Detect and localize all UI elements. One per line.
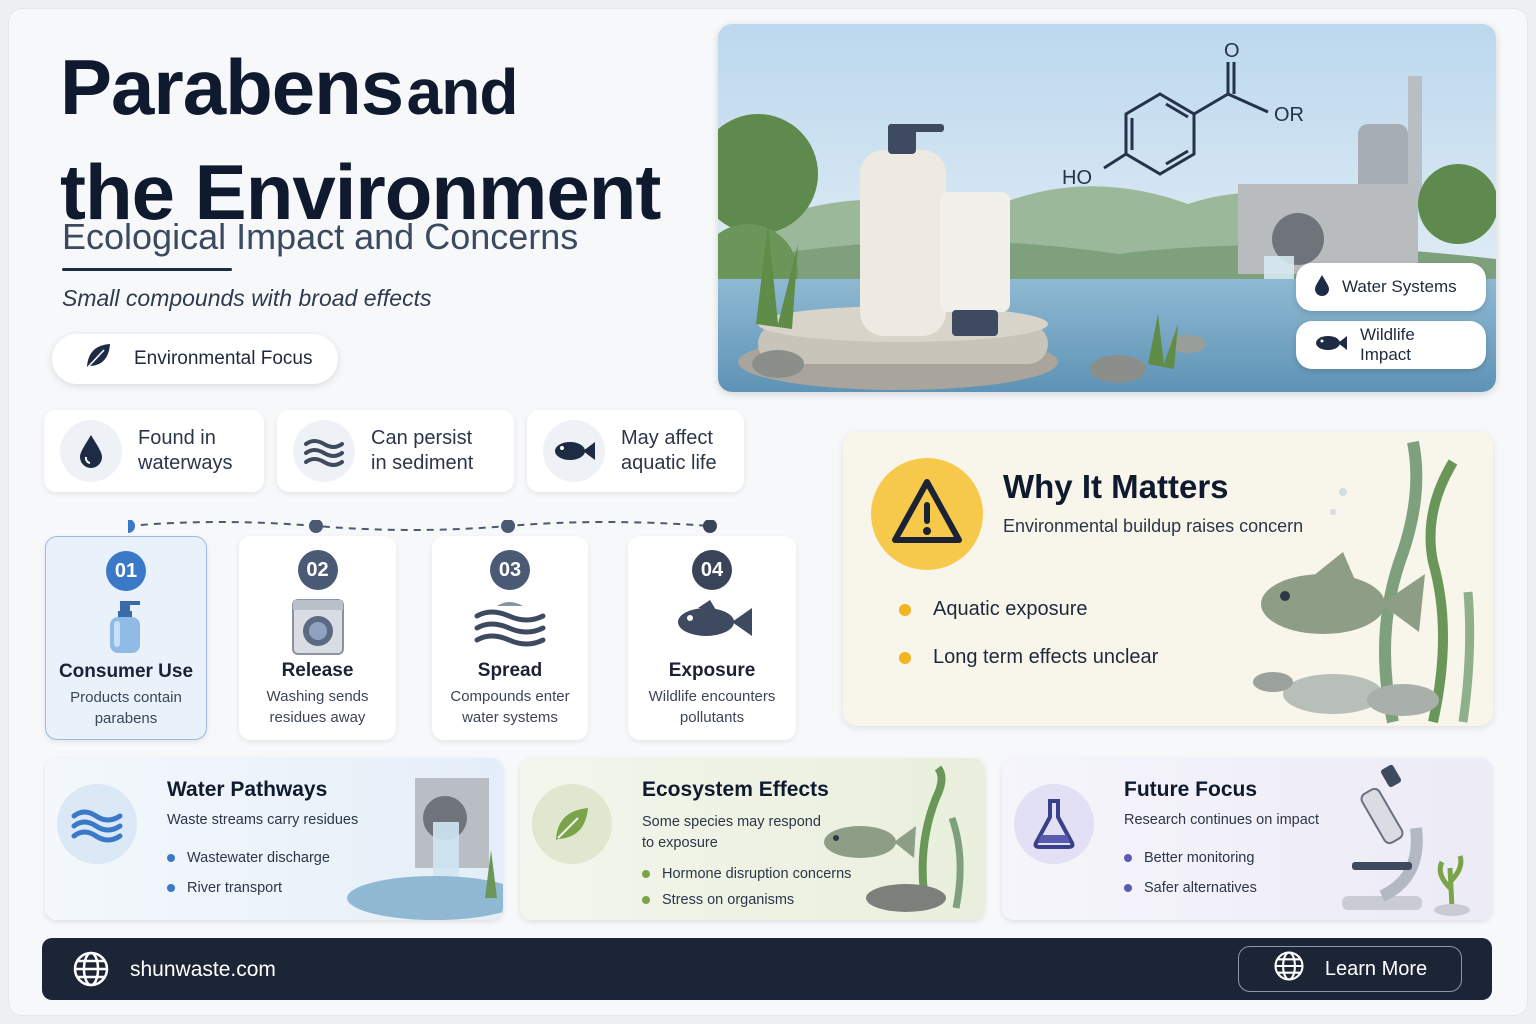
focus-pill-label: Environmental Focus — [134, 348, 313, 369]
learn-more-button[interactable]: Learn More — [1238, 946, 1462, 992]
card-list-item: Stress on organisms — [642, 892, 794, 908]
item-text: Better monitoring — [1144, 850, 1255, 866]
molecule-or-label: OR — [1274, 104, 1304, 126]
bullet-dot — [1124, 854, 1132, 862]
water-drop-icon — [60, 420, 122, 482]
pump-bottle-icon — [106, 599, 146, 660]
bullet-dot — [642, 896, 650, 904]
page-subtitle: Ecological Impact and Concerns — [62, 216, 579, 257]
item-text: River transport — [187, 880, 283, 896]
card-list-item: Safer alternatives — [1124, 880, 1257, 896]
card-description: Waste streams carry residues — [167, 812, 359, 828]
step-description: Compounds enter water systems — [450, 688, 570, 726]
bullet-dot — [167, 884, 175, 892]
website-link[interactable]: shunwaste.com — [130, 958, 276, 982]
pipe-outflow-illustration — [347, 778, 503, 920]
step-description: Wildlife encounters pollutants — [648, 688, 776, 726]
microscope-illustration — [1342, 764, 1470, 916]
step-number: 02 — [297, 550, 338, 590]
step-name: Spread — [477, 660, 543, 681]
fish-seaweed-illustration — [1253, 440, 1475, 724]
learn-more-label: Learn More — [1324, 957, 1428, 980]
fish-plant-illustration — [824, 765, 964, 912]
card-list-item: Wastewater discharge — [167, 850, 330, 866]
step-card-consumer-use: 01 Consumer Use Products contain paraben… — [45, 536, 207, 740]
card-description: Research continues on impact — [1124, 812, 1320, 828]
fish-icon — [670, 598, 754, 647]
stat-text: Found in waterways — [138, 427, 233, 474]
step-number: 04 — [692, 550, 732, 590]
water-drop-icon — [1314, 274, 1330, 301]
warning-icon — [871, 458, 983, 570]
why-bullet: Aquatic exposure — [899, 598, 1088, 621]
leaf-icon — [532, 784, 612, 864]
step-card-release: 02 Release Washing sends residues away — [239, 536, 396, 740]
water-waves-icon — [57, 784, 137, 864]
leaf-icon — [78, 336, 118, 382]
bullet-dot — [167, 854, 175, 862]
stat-card-aquatic: May affect aquatic life — [527, 410, 744, 492]
fish-icon — [543, 420, 605, 482]
environmental-focus-pill: Environmental Focus — [52, 334, 338, 384]
step-description: Products contain parabens — [70, 689, 182, 727]
fish-icon — [1314, 333, 1348, 358]
step-card-exposure: 04 Exposure Wildlife encounters pollutan… — [628, 536, 796, 740]
water-pathways-card: Water Pathways Waste streams carry resid… — [45, 758, 503, 920]
bullet-text: Long term effects unclear — [933, 646, 1159, 668]
card-title: Ecosystem Effects — [642, 778, 829, 801]
step-name: Exposure — [668, 660, 756, 681]
bullet-dot — [899, 651, 911, 664]
card-description: Some species may respond to exposure — [642, 814, 821, 851]
future-focus-card: Future Focus Research continues on impac… — [1002, 758, 1492, 920]
why-title: Why It Matters — [1003, 468, 1229, 505]
molecule-o-label: O — [1224, 40, 1240, 62]
washing-machine-icon — [291, 598, 345, 661]
tagline: Small compounds with broad effects — [62, 285, 432, 311]
step-number: 03 — [490, 550, 530, 590]
item-text: Wastewater discharge — [187, 850, 330, 866]
water-systems-label: Water Systems — [1342, 277, 1457, 296]
item-text: Stress on organisms — [662, 892, 795, 908]
step-card-spread: 03 Spread Compounds enter water systems — [432, 536, 588, 740]
globe-icon — [1273, 950, 1305, 988]
ecosystem-effects-card: Ecosystem Effects Some species may respo… — [520, 758, 985, 920]
item-text: Safer alternatives — [1144, 880, 1257, 896]
page-title: Parabens and the Environment — [60, 43, 661, 236]
waves-icon — [473, 598, 547, 653]
footer-bar: shunwaste.com Learn More — [42, 938, 1492, 1000]
wildlife-impact-tag: Wildlife Impact — [1296, 321, 1486, 369]
wildlife-impact-label: Wildlife Impact — [1360, 325, 1415, 364]
bullet-dot — [899, 603, 911, 616]
card-title: Water Pathways — [167, 778, 328, 801]
globe-icon — [72, 950, 110, 993]
card-title: Future Focus — [1124, 778, 1258, 801]
step-description: Washing sends residues away — [266, 688, 369, 726]
molecule-ho-label: HO — [1062, 167, 1092, 189]
step-name: Release — [281, 660, 354, 681]
card-list-item: Better monitoring — [1124, 850, 1254, 866]
bullet-dot — [642, 870, 650, 878]
step-number: 01 — [106, 551, 146, 591]
process-connector — [128, 520, 717, 533]
water-systems-tag: Water Systems — [1296, 263, 1486, 311]
stat-card-waterways: Found in waterways — [44, 410, 264, 492]
sediment-waves-icon — [293, 420, 355, 482]
why-bullet: Long term effects unclear — [899, 646, 1158, 669]
title-underline — [62, 268, 232, 271]
stat-text: Can persist in sediment — [371, 427, 474, 474]
step-name: Consumer Use — [58, 661, 194, 682]
stat-text: May affect aquatic life — [621, 427, 717, 474]
hero-illustration: O OR HO Water Systems Wildlife Impact — [718, 24, 1496, 392]
bullet-dot — [1124, 884, 1132, 892]
stat-card-sediment: Can persist in sediment — [277, 410, 514, 492]
flask-icon — [1014, 784, 1094, 864]
why-it-matters-panel: Why It Matters Environmental buildup rai… — [843, 432, 1493, 726]
card-list-item: River transport — [167, 880, 282, 896]
bullet-text: Aquatic exposure — [933, 598, 1088, 620]
